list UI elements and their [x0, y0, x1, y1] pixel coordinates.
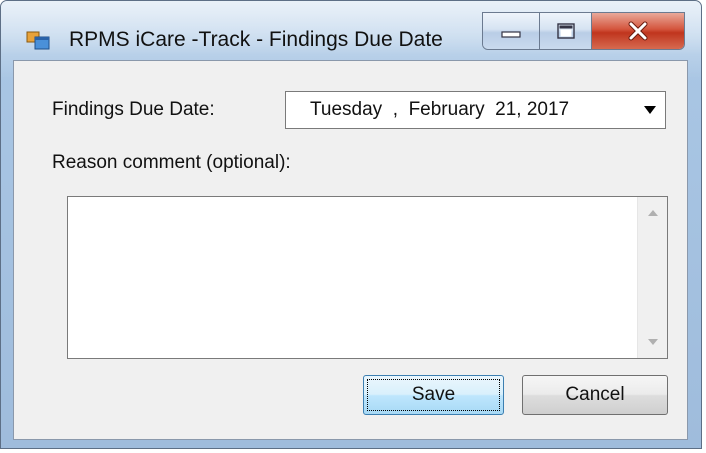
minimize-icon	[501, 31, 521, 38]
reason-scrollbar[interactable]	[637, 197, 667, 358]
close-icon	[628, 21, 648, 41]
close-button[interactable]	[592, 13, 684, 49]
due-date-dropdown-button[interactable]	[637, 94, 663, 126]
scroll-down-button[interactable]	[638, 330, 668, 354]
scroll-up-button[interactable]	[638, 201, 668, 225]
dialog-window: RPMS iCare -Track - Findings Due Date Fi…	[0, 0, 702, 449]
due-date-value[interactable]: Tuesday , February 21, 2017	[310, 99, 569, 121]
minimize-button[interactable]	[483, 13, 540, 49]
chevron-down-icon	[644, 106, 656, 114]
dialog-client-area: Findings Due Date: Tuesday , February 21…	[13, 60, 688, 440]
reason-textarea[interactable]	[67, 196, 668, 359]
save-button[interactable]: Save	[363, 375, 504, 415]
due-date-picker[interactable]: Tuesday , February 21, 2017	[285, 91, 666, 129]
app-window-icon	[26, 31, 50, 50]
title-bar[interactable]: RPMS iCare -Track - Findings Due Date	[1, 1, 701, 59]
reason-text[interactable]	[68, 197, 637, 358]
window-title: RPMS iCare -Track - Findings Due Date	[69, 28, 443, 51]
caption-buttons	[482, 12, 685, 50]
maximize-button[interactable]	[540, 13, 592, 49]
save-button-label: Save	[411, 384, 456, 405]
scroll-up-arrow-icon	[648, 210, 658, 216]
scroll-down-arrow-icon	[648, 339, 658, 345]
cancel-button[interactable]: Cancel	[522, 375, 668, 415]
cancel-button-label: Cancel	[565, 384, 625, 405]
maximize-icon	[556, 23, 575, 39]
due-date-label: Findings Due Date:	[52, 99, 215, 120]
reason-label: Reason comment (optional):	[52, 152, 291, 173]
